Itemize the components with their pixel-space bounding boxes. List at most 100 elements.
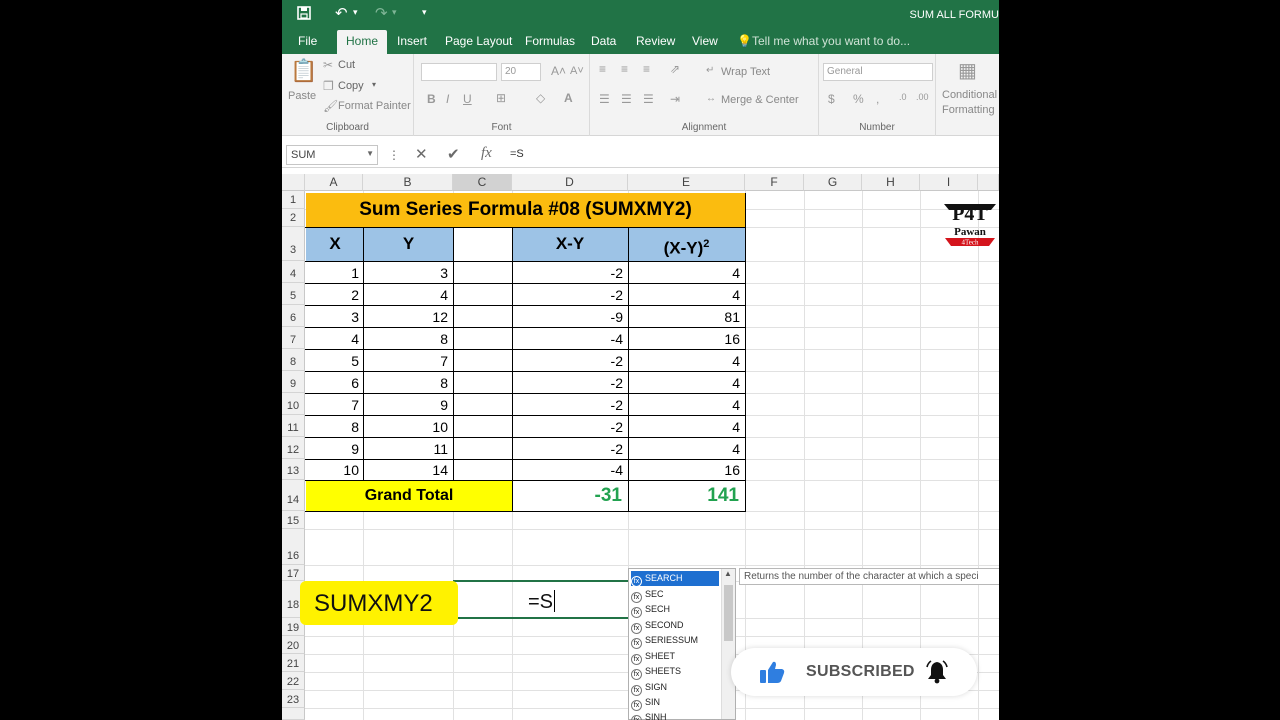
select-all-corner[interactable] bbox=[282, 174, 305, 191]
autocomplete-item[interactable]: fxSINH bbox=[631, 710, 719, 720]
cell-x-minus-y[interactable]: -2 bbox=[512, 283, 628, 305]
align-center-icon[interactable]: ☰ bbox=[621, 92, 632, 106]
cell-squared[interactable]: 4 bbox=[628, 371, 745, 393]
save-icon[interactable] bbox=[297, 6, 311, 24]
cell-squared[interactable]: 16 bbox=[628, 459, 745, 480]
cell-x[interactable]: 5 bbox=[306, 349, 364, 371]
row-header-7[interactable]: 7 bbox=[282, 327, 305, 349]
cell-y[interactable]: 8 bbox=[364, 327, 453, 349]
col-header-i[interactable]: I bbox=[920, 174, 978, 191]
name-box[interactable]: SUM ▼ bbox=[286, 145, 378, 165]
grand-total-label[interactable]: Grand Total bbox=[306, 480, 512, 511]
autocomplete-item[interactable]: fx SHEET bbox=[631, 649, 719, 665]
italic-icon[interactable]: I bbox=[446, 92, 449, 106]
cell-x-minus-y[interactable]: -9 bbox=[512, 305, 628, 327]
row-header-15[interactable]: 15 bbox=[282, 511, 305, 529]
cut-button[interactable]: Cut bbox=[338, 59, 355, 71]
header-x[interactable]: X bbox=[306, 227, 364, 261]
cell-x-minus-y[interactable]: -2 bbox=[512, 415, 628, 437]
autocomplete-item[interactable]: fx SEARCH bbox=[631, 571, 719, 587]
row-header-22[interactable]: 22 bbox=[282, 672, 305, 690]
scrollbar-thumb[interactable] bbox=[724, 585, 733, 641]
undo-icon[interactable]: ↶ bbox=[335, 4, 348, 22]
col-header-g[interactable]: G bbox=[804, 174, 862, 191]
row-header-13[interactable]: 13 bbox=[282, 459, 305, 480]
autocomplete-item[interactable]: fx SIGN bbox=[631, 680, 719, 696]
row-header-20[interactable]: 20 bbox=[282, 636, 305, 654]
cell-squared[interactable]: 4 bbox=[628, 437, 745, 459]
align-left-icon[interactable]: ☰ bbox=[599, 92, 610, 106]
align-right-icon[interactable]: ☰ bbox=[643, 92, 654, 106]
tab-file[interactable]: File bbox=[298, 34, 317, 48]
indent-icon[interactable]: ⇥ bbox=[670, 92, 680, 106]
header-x-minus-y[interactable]: X-Y bbox=[512, 227, 628, 261]
col-header-c[interactable]: C bbox=[453, 174, 512, 191]
row-header-2[interactable]: 2 bbox=[282, 209, 305, 227]
cell-x[interactable]: 8 bbox=[306, 415, 364, 437]
customize-toolbar-icon[interactable]: ▾ bbox=[422, 7, 427, 18]
redo-dropdown-icon[interactable]: ▾ bbox=[392, 7, 397, 18]
tab-page-layout[interactable]: Page Layout bbox=[445, 34, 512, 48]
cell-x[interactable]: 4 bbox=[306, 327, 364, 349]
cell-y[interactable]: 7 bbox=[364, 349, 453, 371]
cell-squared[interactable]: 4 bbox=[628, 393, 745, 415]
row-header-6[interactable]: 6 bbox=[282, 305, 305, 327]
align-top-icon[interactable]: ≡ bbox=[599, 62, 606, 76]
formula-input[interactable]: =S bbox=[510, 148, 524, 160]
shrink-font-icon[interactable]: A˅ bbox=[570, 65, 584, 77]
scroll-up-icon[interactable]: ▲ bbox=[724, 569, 732, 578]
cell-squared[interactable]: 4 bbox=[628, 283, 745, 305]
copy-dropdown-icon[interactable]: ▾ bbox=[372, 80, 376, 89]
cell-x-minus-y[interactable]: -2 bbox=[512, 393, 628, 415]
row-header-17[interactable]: 17 bbox=[282, 565, 305, 581]
name-box-dropdown-icon[interactable]: ▼ bbox=[366, 149, 374, 158]
paste-button[interactable]: Paste bbox=[288, 90, 316, 102]
cell-x[interactable]: 2 bbox=[306, 283, 364, 305]
col-header-e[interactable]: E bbox=[628, 174, 745, 191]
row-header-23[interactable]: 23 bbox=[282, 690, 305, 708]
formula-autocomplete-list[interactable]: fx SEARCH fx SEC fx SECH fx SECOND fx SERIESS… bbox=[628, 568, 736, 720]
number-format-select[interactable]: General bbox=[823, 63, 933, 81]
autocomplete-item[interactable]: fx SERIESSUM bbox=[631, 633, 719, 649]
autocomplete-item[interactable]: fx SIN bbox=[631, 695, 719, 711]
wrap-text-button[interactable]: Wrap Text bbox=[721, 66, 770, 78]
merge-center-button[interactable]: Merge & Center bbox=[721, 94, 799, 106]
tab-home[interactable]: Home bbox=[337, 30, 388, 54]
cell-squared[interactable]: 4 bbox=[628, 415, 745, 437]
increase-decimal-icon[interactable]: .0 bbox=[899, 92, 907, 102]
col-header-b[interactable]: B bbox=[363, 174, 453, 191]
decrease-decimal-icon[interactable]: .00 bbox=[916, 92, 929, 102]
redo-icon[interactable]: ↷ bbox=[375, 4, 388, 22]
cell-y[interactable]: 12 bbox=[364, 305, 453, 327]
autocomplete-item[interactable]: fx SECOND bbox=[631, 618, 719, 634]
grow-font-icon[interactable]: A˄ bbox=[551, 64, 566, 78]
autocomplete-item[interactable]: fx SEC bbox=[631, 587, 719, 603]
header-squared[interactable]: (X-Y)2 bbox=[628, 227, 745, 261]
tab-insert[interactable]: Insert bbox=[397, 34, 427, 48]
header-y[interactable]: Y bbox=[364, 227, 453, 261]
format-painter-button[interactable]: Format Painter bbox=[338, 100, 411, 112]
cell-squared[interactable]: 4 bbox=[628, 261, 745, 283]
cancel-icon[interactable]: ✕ bbox=[415, 145, 428, 163]
cell-x[interactable]: 10 bbox=[306, 459, 364, 480]
paste-icon[interactable]: 📋 bbox=[290, 58, 317, 84]
row-header-24[interactable] bbox=[282, 708, 305, 720]
row-header-14[interactable]: 14 bbox=[282, 480, 305, 511]
conditional-formatting-icon[interactable]: ▦ bbox=[958, 58, 977, 83]
font-name-select[interactable] bbox=[421, 63, 497, 81]
row-header-5[interactable]: 5 bbox=[282, 283, 305, 305]
row-header-1[interactable]: 1 bbox=[282, 191, 305, 209]
row-header-16[interactable]: 16 bbox=[282, 529, 305, 565]
row-header-9[interactable]: 9 bbox=[282, 371, 305, 393]
cell-x[interactable]: 7 bbox=[306, 393, 364, 415]
cell-y[interactable]: 9 bbox=[364, 393, 453, 415]
row-header-11[interactable]: 11 bbox=[282, 415, 305, 437]
undo-dropdown-icon[interactable]: ▾ bbox=[353, 7, 358, 18]
total-x-minus-y[interactable]: -31 bbox=[512, 480, 628, 511]
row-header-4[interactable]: 4 bbox=[282, 261, 305, 283]
cell-squared[interactable]: 4 bbox=[628, 349, 745, 371]
cell-x[interactable]: 3 bbox=[306, 305, 364, 327]
cell-y[interactable]: 8 bbox=[364, 371, 453, 393]
currency-icon[interactable]: $ bbox=[828, 92, 835, 106]
borders-icon[interactable]: ⊞ bbox=[496, 91, 506, 105]
